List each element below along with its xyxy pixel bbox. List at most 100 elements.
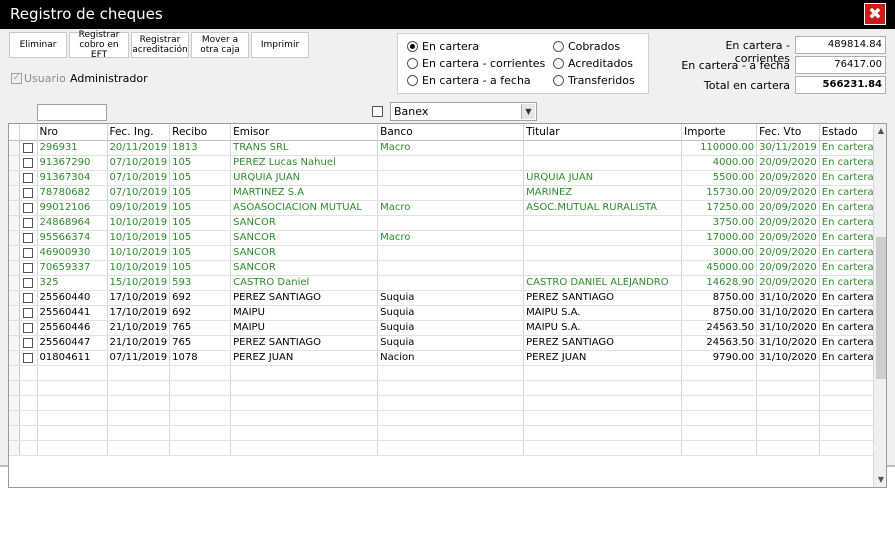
cell-emisor: PEREZ SANTIAGO xyxy=(230,335,379,351)
nro-filter-input[interactable] xyxy=(37,104,107,121)
table-row[interactable]: 95566374 10/10/2019 105 SANCOR Macro 17000.00… xyxy=(9,230,877,246)
row-checkbox[interactable] xyxy=(23,307,33,318)
chevron-down-icon[interactable]: ▼ xyxy=(521,104,535,119)
col-titular[interactable]: Titular xyxy=(523,124,683,141)
table-row[interactable]: 78780682 07/10/2019 105 MARTINEZ S.A MARINEZ… xyxy=(9,185,877,201)
row-checkbox[interactable] xyxy=(23,142,33,153)
cell-fvto: 31/10/2020 xyxy=(756,290,820,306)
cell-recibo: 1078 xyxy=(169,350,232,366)
cell-fvto: 20/09/2020 xyxy=(756,155,820,171)
table-row[interactable]: 01804611 07/11/2019 1078 PEREZ JUAN Nacion PE… xyxy=(9,350,877,366)
cell-titular: MAIPU S.A. xyxy=(523,305,683,321)
table-row[interactable]: 99012106 09/10/2019 105 ASOASOCIACION MUTUA… xyxy=(9,200,877,216)
cell-banco xyxy=(377,245,525,261)
table-row[interactable]: 325 15/10/2019 593 CASTRO Daniel CASTRO DANI… xyxy=(9,275,877,291)
row-checkbox[interactable] xyxy=(23,292,33,303)
col-banco[interactable]: Banco xyxy=(377,124,525,141)
row-checkbox[interactable] xyxy=(23,262,33,273)
cell-banco: Macro xyxy=(377,140,525,156)
cell-nro: 296931 xyxy=(37,140,108,156)
empty-row xyxy=(9,365,877,381)
row-checkbox[interactable] xyxy=(23,322,33,333)
empty-row xyxy=(9,410,877,426)
col-estado[interactable]: Estado xyxy=(819,124,877,141)
cell-importe: 110000.00 xyxy=(681,140,758,156)
cell-importe: 45000.00 xyxy=(681,260,758,276)
col-fec-ing[interactable]: Fec. Ing. xyxy=(107,124,171,141)
col-fec-vto[interactable]: Fec. Vto xyxy=(756,124,820,141)
cell-fing: 21/10/2019 xyxy=(107,320,171,336)
cell-banco: Nacion xyxy=(377,350,525,366)
cell-estado: En cartera xyxy=(819,140,877,156)
registrar-acreditacion-button[interactable]: Registrar acreditación xyxy=(131,32,189,58)
cell-banco: Suquia xyxy=(377,305,525,321)
cell-nro: 24868964 xyxy=(37,215,108,231)
cell-estado: En cartera xyxy=(819,350,877,366)
radio-en-cartera-fecha[interactable]: En cartera - a fecha xyxy=(407,74,531,87)
cell-estado: En cartera xyxy=(819,155,877,171)
table-row[interactable]: 25560441 17/10/2019 692 MAIPU Suquia MAIPU S.… xyxy=(9,305,877,321)
table-row[interactable]: 46900930 10/10/2019 105 SANCOR 3000.00 20/09/… xyxy=(9,245,877,261)
row-select-cell xyxy=(19,290,38,306)
col-nro[interactable]: Nro xyxy=(37,124,108,141)
table-row[interactable]: 25560440 17/10/2019 692 PEREZ SANTIAGO Suqui… xyxy=(9,290,877,306)
table-row[interactable]: 296931 20/11/2019 1813 TRANS SRL Macro 110000… xyxy=(9,140,877,156)
scroll-up-icon[interactable]: ▲ xyxy=(874,124,886,138)
table-row[interactable]: 25560447 21/10/2019 765 PEREZ SANTIAGO Suqui… xyxy=(9,335,877,351)
radio-acreditados[interactable]: Acreditados xyxy=(553,57,633,70)
cell-nro: 325 xyxy=(37,275,108,291)
col-emisor[interactable]: Emisor xyxy=(230,124,379,141)
row-select-cell xyxy=(19,335,38,351)
col-recibo[interactable]: Recibo xyxy=(169,124,232,141)
col-importe[interactable]: Importe xyxy=(681,124,758,141)
table-row[interactable]: 24868964 10/10/2019 105 SANCOR 3750.00 20/09/… xyxy=(9,215,877,231)
cell-fing: 07/10/2019 xyxy=(107,170,171,186)
cell-fing: 07/11/2019 xyxy=(107,350,171,366)
imprimir-button[interactable]: Imprimir xyxy=(251,32,309,58)
vertical-scrollbar[interactable]: ▲ ▼ xyxy=(873,124,886,487)
row-checkbox[interactable] xyxy=(23,202,33,213)
row-checkbox[interactable] xyxy=(23,247,33,258)
row-checkbox[interactable] xyxy=(23,232,33,243)
eliminar-button[interactable]: Eliminar xyxy=(9,32,67,58)
table-row[interactable]: 25560446 21/10/2019 765 MAIPU Suquia MAIPU S.… xyxy=(9,320,877,336)
cell-fing: 15/10/2019 xyxy=(107,275,171,291)
registrar-eft-button[interactable]: Registrar cobro en EFT xyxy=(69,30,129,60)
radio-cobrados[interactable]: Cobrados xyxy=(553,40,620,53)
scroll-down-icon[interactable]: ▼ xyxy=(874,473,886,487)
radio-en-cartera-corrientes[interactable]: En cartera - corrientes xyxy=(407,57,545,70)
radio-transferidos[interactable]: Transferidos xyxy=(553,74,635,87)
table-row[interactable]: 91367304 07/10/2019 105 URQUIA JUAN URQUIA J… xyxy=(9,170,877,186)
cell-titular: PEREZ SANTIAGO xyxy=(523,335,683,351)
radio-en-cartera[interactable]: En cartera xyxy=(407,40,479,53)
row-checkbox[interactable] xyxy=(23,172,33,183)
row-checkbox[interactable] xyxy=(23,217,33,228)
cell-fing: 17/10/2019 xyxy=(107,305,171,321)
row-indicator xyxy=(9,230,20,246)
cell-banco xyxy=(377,155,525,171)
mover-caja-button[interactable]: Mover a otra caja xyxy=(191,32,249,58)
usuario-checkbox[interactable]: ✓ xyxy=(11,73,22,84)
cell-recibo: 105 xyxy=(169,170,232,186)
radio-icon xyxy=(553,41,564,52)
radio-icon xyxy=(553,58,564,69)
cell-titular xyxy=(523,215,683,231)
cell-fvto: 31/10/2020 xyxy=(756,320,820,336)
row-checkbox[interactable] xyxy=(23,337,33,348)
cell-emisor: SANCOR xyxy=(230,215,379,231)
scroll-thumb[interactable] xyxy=(876,237,886,379)
row-checkbox[interactable] xyxy=(23,157,33,168)
row-checkbox[interactable] xyxy=(23,277,33,288)
table-row[interactable]: 70659337 10/10/2019 105 SANCOR 45000.00 20/09… xyxy=(9,260,877,276)
cheques-window: Registro de cheques ✖ Eliminar Registrar… xyxy=(0,0,895,552)
table-row[interactable]: 91367290 07/10/2019 105 PEREZ Lucas Nahuel 4… xyxy=(9,155,877,171)
row-checkbox[interactable] xyxy=(23,187,33,198)
close-icon[interactable]: ✖ xyxy=(864,3,886,25)
row-checkbox[interactable] xyxy=(23,352,33,363)
cell-recibo: 765 xyxy=(169,335,232,351)
bank-filter-checkbox[interactable] xyxy=(372,106,383,117)
radio-selected-icon xyxy=(407,41,418,52)
cell-titular xyxy=(523,230,683,246)
cell-estado: En cartera xyxy=(819,185,877,201)
bank-select[interactable]: Banex ▼ xyxy=(390,102,537,121)
